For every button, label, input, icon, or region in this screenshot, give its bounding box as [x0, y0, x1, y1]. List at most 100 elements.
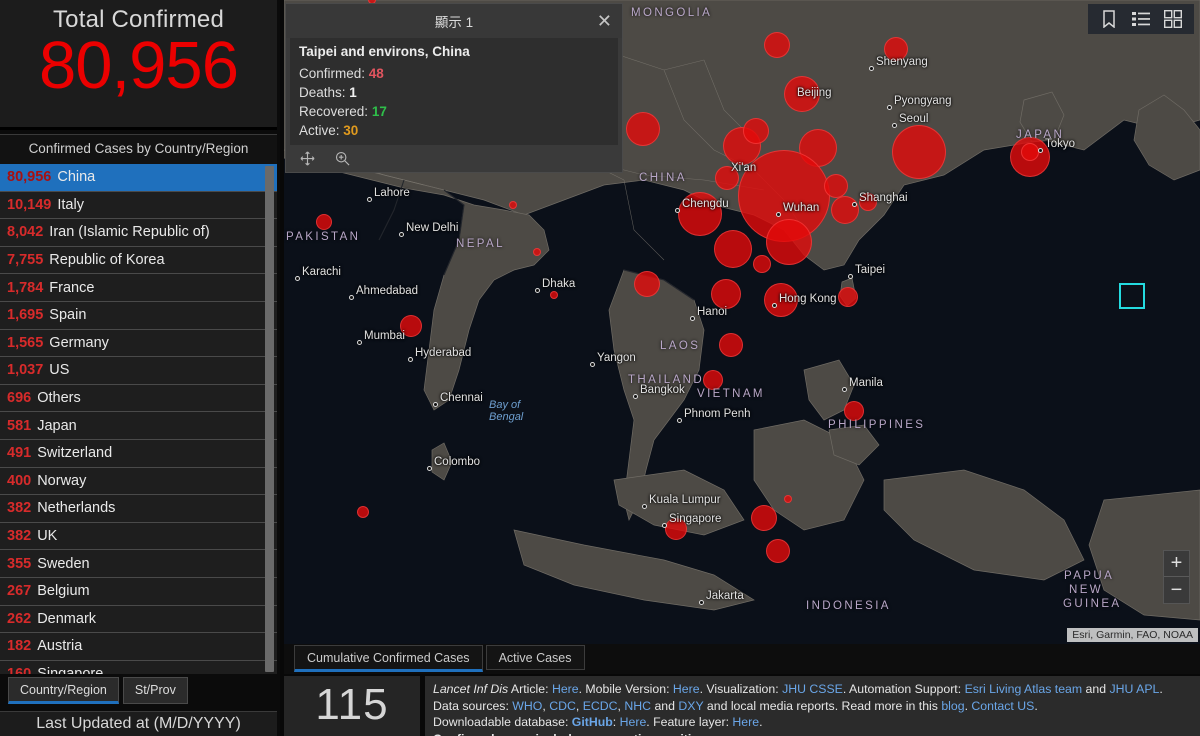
feature-popup[interactable]: 顯示 1 ✕ Taipei and environs, China Confir… [285, 3, 623, 173]
country-row[interactable]: 160 Singapore [0, 660, 277, 674]
case-bubble[interactable] [838, 287, 858, 307]
info-link[interactable]: blog [941, 699, 964, 713]
country-case-count: 262 [7, 610, 32, 627]
city-label: Karachi [302, 266, 341, 278]
last-updated-title: Last Updated at (M/D/YYYY) [36, 715, 241, 732]
selected-feature-highlight[interactable] [1119, 283, 1145, 309]
water-body-label: Bengal [489, 411, 524, 423]
country-row[interactable]: 1,784 France [0, 274, 277, 302]
country-row[interactable]: 1,695 Spain [0, 301, 277, 330]
case-bubble[interactable] [831, 196, 859, 224]
country-region-label: PAKISTAN [286, 231, 361, 243]
case-bubble[interactable] [784, 495, 792, 503]
country-row[interactable]: 7,755 Republic of Korea [0, 246, 277, 275]
bookmark-icon[interactable] [1100, 10, 1118, 28]
case-bubble[interactable] [316, 214, 332, 230]
country-region-label: MONGOLIA [631, 7, 713, 19]
city-marker [869, 66, 874, 71]
info-link[interactable]: Here [552, 682, 579, 696]
info-link[interactable]: CDC [549, 699, 576, 713]
case-bubble[interactable] [550, 291, 558, 299]
case-bubble[interactable] [743, 118, 769, 144]
pan-icon[interactable] [300, 151, 315, 166]
info-link[interactable]: Here [673, 682, 700, 696]
country-list-scroll[interactable]: 80,956 China 10,149 Italy 8,042 Iran (Islamic… [0, 164, 277, 674]
case-bubble[interactable] [719, 333, 743, 357]
scope-tab-st-prov[interactable]: St/Prov [122, 677, 188, 704]
city-label: Seoul [899, 113, 929, 125]
country-row[interactable]: 355 Sweden [0, 550, 277, 578]
info-link[interactable]: Contact US [971, 699, 1034, 713]
info-link[interactable]: ECDC [583, 699, 618, 713]
country-case-count: 491 [7, 445, 32, 462]
country-row[interactable]: 10,149 Italy [0, 191, 277, 220]
map-tab-cumulative-confirmed-cases[interactable]: Cumulative Confirmed Cases [294, 645, 483, 672]
country-region-label: NEW [1069, 584, 1104, 596]
case-bubble[interactable] [824, 174, 848, 198]
country-row[interactable]: 80,956 China [0, 164, 277, 192]
case-bubble[interactable] [844, 401, 864, 421]
case-bubble[interactable] [766, 539, 790, 563]
info-link[interactable]: JHU APL [1109, 682, 1159, 696]
country-case-count: 355 [7, 555, 32, 572]
info-credits-panel: Lancet Inf Dis Article: Here. Mobile Ver… [425, 676, 1200, 736]
scope-tab-country-region[interactable]: Country/Region [8, 677, 119, 704]
country-row[interactable]: 400 Norway [0, 467, 277, 496]
case-bubble[interactable] [892, 125, 946, 179]
map-tab-active-cases[interactable]: Active Cases [485, 645, 585, 670]
country-row[interactable]: 581 Japan [0, 412, 277, 440]
info-link[interactable]: WHO [512, 699, 542, 713]
city-label: Yangon [597, 352, 636, 364]
popup-body: Taipei and environs, China Confirmed: 48… [290, 38, 618, 145]
zoom-out-button[interactable]: − [1164, 577, 1189, 603]
basemap-gallery-icon[interactable] [1164, 10, 1182, 28]
info-link[interactable]: GitHub [572, 715, 613, 729]
country-row[interactable]: 267 Belgium [0, 577, 277, 606]
city-marker [367, 197, 372, 202]
country-case-count: 400 [7, 472, 32, 489]
info-link[interactable]: JHU CSSE [782, 682, 843, 696]
zoom-in-button[interactable]: + [1164, 551, 1189, 577]
legend-list-icon[interactable] [1132, 10, 1150, 28]
case-bubble[interactable] [711, 279, 741, 309]
country-name: Singapore [37, 665, 104, 674]
info-link[interactable]: Here [620, 715, 647, 729]
country-row[interactable]: 382 UK [0, 522, 277, 551]
country-row[interactable]: 382 Netherlands [0, 495, 277, 523]
country-row[interactable]: 1,037 US [0, 357, 277, 385]
case-bubble[interactable] [764, 32, 790, 58]
case-bubble[interactable] [1021, 143, 1039, 161]
country-list-panel: Confirmed Cases by Country/Region 80,956… [0, 134, 277, 674]
country-list-scrollbar[interactable] [265, 166, 274, 672]
case-bubble[interactable] [766, 219, 812, 265]
case-bubble[interactable] [357, 506, 369, 518]
case-bubble[interactable] [509, 201, 517, 209]
info-link[interactable]: Here [732, 715, 759, 729]
popup-active: Active: 30 [299, 121, 609, 140]
country-row[interactable]: 262 Denmark [0, 605, 277, 634]
country-name: Switzerland [37, 445, 113, 462]
case-bubble[interactable] [753, 255, 771, 273]
map-toolbar [1088, 4, 1194, 34]
left-sidebar: Total Confirmed 80,956 Confirmed Cases b… [0, 0, 280, 736]
info-link[interactable]: Esri Living Atlas team [965, 682, 1083, 696]
city-marker [633, 394, 638, 399]
country-row[interactable]: 1,565 Germany [0, 329, 277, 358]
close-icon[interactable]: ✕ [597, 12, 612, 30]
case-bubble[interactable] [751, 505, 777, 531]
info-link[interactable]: NHC [624, 699, 651, 713]
case-bubble[interactable] [533, 248, 541, 256]
country-row[interactable]: 8,042 Iran (Islamic Republic of) [0, 219, 277, 247]
country-row[interactable]: 696 Others [0, 384, 277, 413]
city-label: Hanoi [697, 306, 728, 318]
case-bubble[interactable] [714, 230, 752, 268]
city-marker [399, 232, 404, 237]
case-bubble[interactable] [626, 112, 660, 146]
country-row[interactable]: 182 Austria [0, 633, 277, 661]
info-link[interactable]: DXY [678, 699, 703, 713]
case-bubble[interactable] [703, 370, 723, 390]
country-name: China [57, 169, 96, 186]
zoom-to-icon[interactable] [335, 151, 350, 166]
country-row[interactable]: 491 Switzerland [0, 439, 277, 468]
case-bubble[interactable] [634, 271, 660, 297]
